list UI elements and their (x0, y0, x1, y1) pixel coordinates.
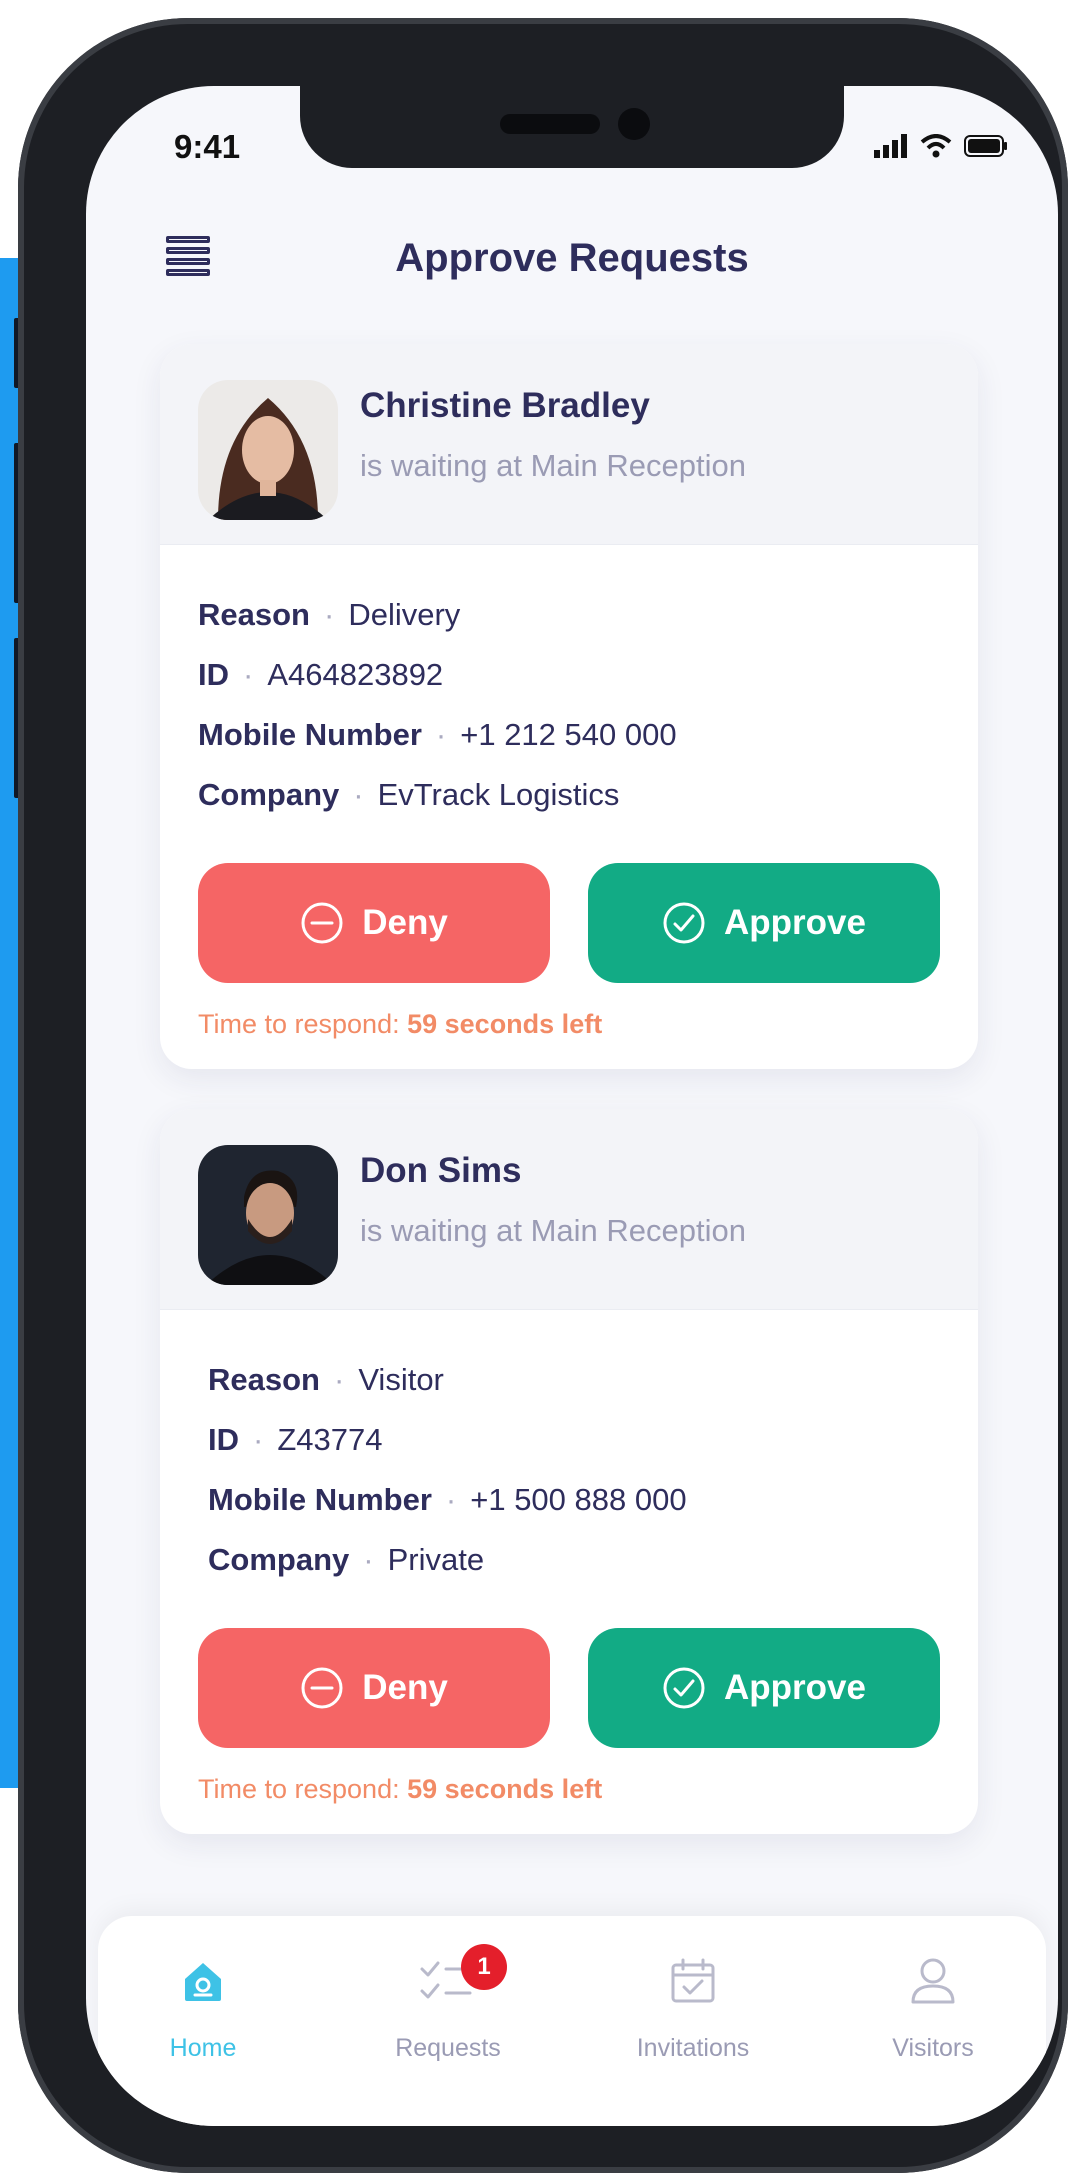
detail-label: Reason (198, 597, 310, 632)
detail-separator: · (323, 597, 335, 632)
timer-prefix: Time to respond: (198, 1774, 400, 1804)
user-icon (911, 1958, 955, 2004)
status-icons (874, 134, 1008, 158)
tab-visitors[interactable]: Visitors (828, 1946, 1038, 2106)
detail-row-id: ID · Z43774 (208, 1410, 940, 1470)
request-card: Christine Bradley is waiting at Main Rec… (160, 344, 978, 1069)
speaker (500, 114, 600, 134)
approve-label: Approve (724, 903, 866, 942)
approve-label: Approve (724, 1668, 866, 1707)
card-actions: Deny Approve (160, 863, 978, 983)
visitor-status: is waiting at Main Reception (360, 448, 746, 483)
detail-value: +1 212 540 000 (460, 717, 677, 752)
minus-circle-icon (301, 1667, 343, 1709)
phone-frame: 9:41 Approve Requests Christine Bradley … (18, 18, 1068, 2173)
detail-separator: · (253, 1422, 264, 1457)
tab-home[interactable]: Home (98, 1946, 308, 2106)
avatar (198, 1145, 338, 1285)
status-time: 9:41 (174, 128, 241, 165)
deny-label: Deny (362, 1668, 448, 1707)
request-card: Don Sims is waiting at Main Reception Re… (160, 1109, 978, 1834)
avatar (198, 380, 338, 520)
tab-requests[interactable]: 1 Requests (343, 1944, 553, 2106)
wifi-icon (920, 134, 952, 158)
visitor-name: Christine Bradley (360, 386, 650, 425)
detail-value: A464823892 (267, 657, 444, 692)
card-actions: Deny Approve (160, 1628, 978, 1748)
page-title: Approve Requests (395, 236, 749, 280)
tab-label: Home (169, 2034, 237, 2062)
detail-row-reason: Reason · Visitor (208, 1350, 940, 1410)
visitor-name: Don Sims (360, 1151, 522, 1190)
response-timer: Time to respond: 59 seconds left (160, 983, 978, 1040)
detail-value: Delivery (348, 597, 461, 632)
detail-row-mobile: Mobile Number · +1 500 888 000 (208, 1470, 940, 1530)
detail-separator: · (363, 1542, 374, 1577)
bottom-tab-bar: Home 1 Requests Invitations Visitors (98, 1916, 1046, 2126)
detail-separator: · (243, 657, 254, 692)
notch (300, 86, 844, 168)
phone-screen: 9:41 Approve Requests Christine Bradley … (86, 86, 1058, 2126)
visitor-details: Reason · Visitor ID · Z43774 Mobile Number · +… (160, 1310, 978, 1590)
detail-separator: · (353, 777, 364, 812)
home-icon (185, 1963, 221, 2001)
deny-button[interactable]: Deny (198, 863, 550, 983)
visitor-details: Reason · Delivery ID · A464823892 Mobile Num… (160, 545, 978, 825)
detail-row-reason: Reason · Delivery (198, 585, 940, 645)
detail-label: Company (208, 1542, 350, 1577)
card-header: Christine Bradley is waiting at Main Rec… (160, 344, 978, 545)
detail-label: ID (198, 657, 229, 692)
tab-label: Invitations (636, 2034, 750, 2062)
check-circle-icon (663, 902, 705, 944)
calendar-icon (671, 1958, 715, 2003)
detail-label: Company (198, 777, 340, 812)
detail-row-mobile: Mobile Number · +1 212 540 000 (198, 705, 940, 765)
detail-label: Mobile Number (198, 717, 422, 752)
card-header: Don Sims is waiting at Main Reception (160, 1109, 978, 1310)
notification-badge: 1 (461, 1944, 507, 1990)
response-timer: Time to respond: 59 seconds left (160, 1748, 978, 1805)
detail-row-id: ID · A464823892 (198, 645, 940, 705)
approve-button[interactable]: Approve (588, 863, 940, 983)
detail-label: Reason (208, 1362, 320, 1397)
timer-value: 59 seconds left (407, 1774, 603, 1804)
detail-row-company: Company · EvTrack Logistics (198, 765, 940, 825)
timer-value: 59 seconds left (407, 1009, 603, 1039)
detail-label: ID (208, 1422, 239, 1457)
approve-button[interactable]: Approve (588, 1628, 940, 1748)
detail-label: Mobile Number (208, 1482, 432, 1517)
tab-label: Requests (395, 2034, 501, 2062)
deny-label: Deny (362, 903, 448, 942)
battery-icon (964, 135, 1007, 157)
visitor-status: is waiting at Main Reception (360, 1213, 746, 1248)
camera (618, 108, 650, 140)
tab-invitations[interactable]: Invitations (588, 1946, 798, 2106)
minus-circle-icon (301, 902, 343, 944)
detail-value: Visitor (358, 1362, 444, 1397)
signal-icon (874, 134, 907, 158)
detail-separator: · (435, 717, 447, 752)
detail-value: +1 500 888 000 (470, 1482, 687, 1517)
timer-prefix: Time to respond: (198, 1009, 400, 1039)
detail-value: Private (387, 1542, 485, 1577)
detail-row-company: Company · Private (208, 1530, 940, 1590)
detail-value: EvTrack Logistics (377, 777, 620, 812)
detail-separator: · (333, 1362, 345, 1397)
deny-button[interactable]: Deny (198, 1628, 550, 1748)
detail-separator: · (445, 1482, 457, 1517)
detail-value: Z43774 (277, 1422, 383, 1457)
tab-label: Visitors (892, 2034, 974, 2062)
check-circle-icon (663, 1667, 705, 1709)
